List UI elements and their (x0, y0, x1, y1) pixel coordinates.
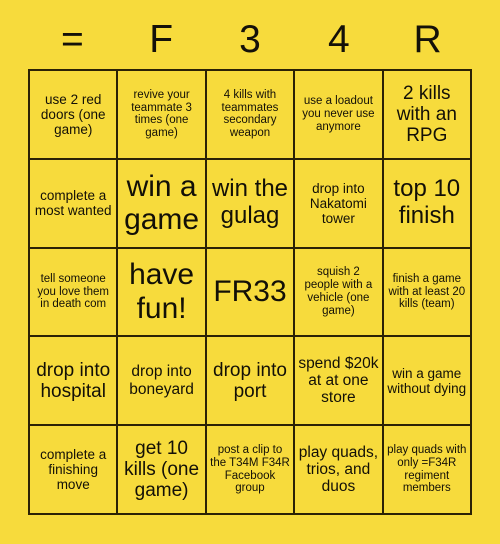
bingo-square-label: post a clip to the T34M F34R Facebook gr… (210, 443, 290, 495)
header-letter-0: = (61, 17, 84, 61)
bingo-square-label: win the gulag (211, 175, 289, 230)
bingo-square[interactable]: win the gulag (206, 159, 296, 249)
bingo-square[interactable]: win a game without dying (383, 337, 472, 427)
header-letter-4: R (413, 17, 442, 61)
bingo-square[interactable]: drop into Nakatomi tower (295, 159, 384, 249)
bingo-square-label: finish a game with at least 20 kills (te… (388, 272, 466, 311)
bingo-square[interactable]: use 2 red doors (one game) (30, 71, 119, 160)
bingo-square-label: FR33 (213, 275, 287, 309)
bingo-square-label: play quads with only =F34R regiment memb… (387, 443, 467, 495)
bingo-square[interactable]: finish a game with at least 20 kills (te… (383, 248, 472, 338)
header-letter-2: 3 (239, 17, 261, 61)
bingo-square-label: drop into port (213, 359, 287, 402)
bingo-square-label: use a loadout you never use anymore (302, 95, 375, 133)
bingo-square-label: tell someone you love them in death com (37, 272, 109, 311)
bingo-square[interactable]: use a loadout you never use anymore (295, 71, 384, 160)
bingo-square-label: complete a most wanted (34, 188, 112, 219)
header-letter-3: 4 (327, 17, 350, 61)
bingo-square-label: spend $20k at at one store (298, 354, 379, 407)
bingo-square-label: drop into Nakatomi tower (309, 180, 367, 226)
bingo-square[interactable]: have fun! (118, 248, 207, 338)
bingo-square-label: complete a finishing move (40, 446, 107, 493)
bingo-square[interactable]: play quads, trios, and duos (295, 426, 384, 515)
bingo-grid: use 2 red doors (one game) revive your t… (28, 69, 472, 515)
bingo-square-label: get 10 kills (one game) (124, 437, 200, 502)
bingo-square-label: win a game without dying (387, 365, 467, 396)
bingo-square[interactable]: win a game (118, 159, 207, 249)
bingo-square[interactable]: 4 kills with teammates secondary weapon (206, 71, 296, 160)
bingo-square[interactable]: get 10 kills (one game) (118, 426, 207, 515)
bingo-square[interactable]: tell someone you love them in death com (30, 248, 119, 338)
bingo-square[interactable]: drop into hospital (30, 337, 119, 427)
bingo-square-label: top 10 finish (393, 175, 461, 230)
bingo-square[interactable]: play quads with only =F34R regiment memb… (383, 426, 472, 515)
bingo-square[interactable]: top 10 finish (383, 159, 472, 249)
bingo-square[interactable]: post a clip to the T34M F34R Facebook gr… (206, 426, 296, 515)
bingo-square-label: win a game (124, 169, 200, 237)
bingo-square-label: squish 2 people with a vehicle (one game… (304, 266, 373, 317)
bingo-square-label: drop into boneyard (129, 363, 194, 398)
bingo-square[interactable]: drop into port (206, 337, 296, 427)
header-letter-1: F (149, 17, 174, 61)
bingo-card: = F 3 4 R use 2 red doors (one game) rev… (0, 0, 500, 544)
bingo-square-label: revive your teammate 3 times (one game) (131, 88, 192, 140)
bingo-square-free[interactable]: FR33 (206, 248, 296, 338)
bingo-square[interactable]: complete a most wanted (30, 159, 119, 249)
bingo-square[interactable]: complete a finishing move (30, 426, 119, 515)
bingo-header-row: = F 3 4 R (28, 10, 472, 68)
bingo-square[interactable]: squish 2 people with a vehicle (one game… (295, 248, 384, 338)
bingo-square-label: 4 kills with teammates secondary weapon (221, 88, 279, 140)
bingo-square[interactable]: revive your teammate 3 times (one game) (118, 71, 207, 160)
bingo-square[interactable]: 2 kills with an RPG (383, 71, 472, 160)
bingo-square-label: have fun! (129, 258, 195, 325)
bingo-square[interactable]: drop into boneyard (118, 337, 207, 427)
bingo-square-label: play quads, trios, and duos (298, 443, 379, 496)
bingo-square-label: 2 kills with an RPG (396, 82, 457, 147)
bingo-square-label: use 2 red doors (one game) (40, 91, 106, 137)
bingo-square-label: drop into hospital (36, 359, 111, 402)
bingo-square[interactable]: spend $20k at at one store (295, 337, 384, 427)
